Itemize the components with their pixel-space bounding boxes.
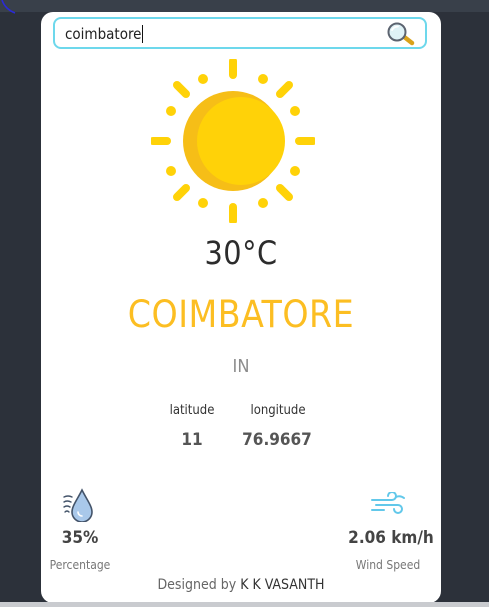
- latitude-label: latitude: [169, 403, 215, 418]
- footer-prefix: Designed by: [157, 577, 237, 593]
- longitude-label: longitude: [250, 403, 306, 418]
- magnifier-icon: [387, 22, 415, 46]
- latitude-value: 11: [181, 430, 203, 450]
- humidity-drop-icon: [63, 488, 93, 522]
- footer-credit: Designed by K K VASANTH: [41, 577, 441, 593]
- temperature: 30°C: [204, 234, 278, 272]
- corner-mark: [1, 0, 16, 14]
- footer-author: K K VASANTH: [240, 577, 325, 593]
- longitude-value: 76.9667: [242, 430, 312, 450]
- text-caret: [142, 25, 144, 43]
- country-code: IN: [232, 356, 250, 377]
- horizontal-scrollbar[interactable]: [0, 602, 489, 607]
- search-bar: [53, 17, 427, 49]
- sun-icon: [151, 59, 315, 223]
- browser-top-strip: [0, 0, 489, 12]
- search-button[interactable]: [385, 22, 415, 46]
- humidity-value: 35%: [61, 528, 99, 548]
- wind-speed-value: 2.06 km/h: [348, 528, 434, 548]
- weather-card: 30°C COIMBATORE IN latitude longitude 11…: [41, 12, 441, 603]
- wind-speed-label: Wind Speed: [355, 558, 421, 572]
- wind-icon: [371, 492, 405, 514]
- search-input[interactable]: [65, 23, 375, 45]
- city-name: COIMBATORE: [127, 293, 355, 336]
- humidity-label: Percentage: [49, 558, 111, 572]
